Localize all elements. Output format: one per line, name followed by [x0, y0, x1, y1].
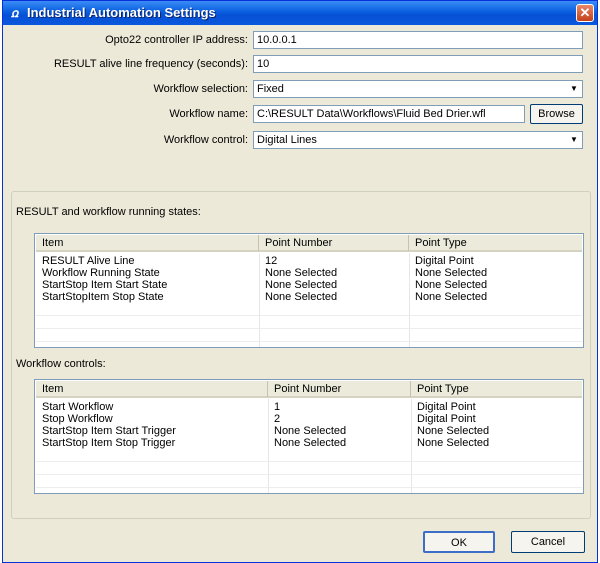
chevron-down-icon[interactable]: ▼ [567, 82, 581, 96]
cell-point-number: None Selected [265, 291, 338, 303]
cell-point-type: None Selected [415, 279, 488, 291]
cell-point-number: 2 [274, 413, 281, 425]
cell-item: StartStop Item Start Trigger [42, 425, 176, 437]
running-states-label: RESULT and workflow running states: [16, 206, 201, 218]
workflow-controls-table: Item Point Number Point Type Start Workf… [34, 379, 584, 494]
alive-frequency-input[interactable]: 10 [253, 55, 583, 73]
cell-point-type: Digital Point [417, 413, 476, 425]
column-header-point-type[interactable]: Point Type [409, 235, 583, 251]
workflow-name-label: Workflow name: [169, 108, 248, 120]
cell-item: StartStop Item Stop Trigger [42, 437, 176, 449]
table-header: Item Point Number Point Type [36, 381, 582, 398]
cell-point-type: None Selected [417, 425, 490, 437]
cell-point-number: None Selected [274, 425, 347, 437]
title-bar[interactable]: ꭥ Industrial Automation Settings ✕ [3, 1, 597, 25]
close-icon: ✕ [579, 5, 591, 20]
cell-item: Workflow Running State [42, 267, 160, 279]
table-header: Item Point Number Point Type [36, 235, 582, 252]
cancel-button[interactable]: Cancel [511, 531, 585, 553]
cell-point-type: None Selected [415, 267, 488, 279]
cell-point-type: Digital Point [415, 255, 474, 267]
cell-point-number: None Selected [265, 279, 338, 291]
table-row[interactable]: Workflow Running State None Selected Non… [36, 267, 582, 279]
cell-point-number: None Selected [265, 267, 338, 279]
table-row[interactable]: StartStop Item Start State None Selected… [36, 279, 582, 291]
cell-point-number: 1 [274, 401, 281, 413]
table-row[interactable]: StartStopItem Stop State None Selected N… [36, 291, 582, 303]
cell-point-number: 12 [265, 255, 278, 267]
workflow-control-select[interactable]: Digital Lines ▼ [253, 131, 583, 149]
table-row[interactable]: RESULT Alive Line 12 Digital Point [36, 255, 582, 267]
window-title: Industrial Automation Settings [27, 5, 216, 20]
cell-point-type: Digital Point [417, 401, 476, 413]
column-header-point-number[interactable]: Point Number [268, 381, 411, 397]
workflow-controls-label: Workflow controls: [16, 358, 106, 370]
column-header-item[interactable]: Item [36, 235, 259, 251]
table-row[interactable]: Start Workflow 1 Digital Point [36, 401, 582, 413]
cell-item: RESULT Alive Line [42, 255, 135, 267]
cell-item: Stop Workflow [42, 413, 113, 425]
cell-point-type: None Selected [417, 437, 490, 449]
workflow-selection-value: Fixed [257, 83, 284, 95]
table-row[interactable]: StartStop Item Start Trigger None Select… [36, 425, 582, 437]
cell-point-number: None Selected [274, 437, 347, 449]
io-mapping-group: RESULT and workflow running states: Item… [11, 191, 591, 519]
workflow-name-input[interactable]: C:\RESULT Data\Workflows\Fluid Bed Drier… [253, 105, 525, 123]
chevron-down-icon[interactable]: ▼ [567, 133, 581, 147]
workflow-selection-select[interactable]: Fixed ▼ [253, 80, 583, 98]
app-icon: ꭥ [11, 6, 19, 20]
cell-item: StartStopItem Stop State [42, 291, 164, 303]
column-header-item[interactable]: Item [36, 381, 268, 397]
alive-frequency-label: RESULT alive line frequency (seconds): [53, 58, 248, 70]
cell-item: Start Workflow [42, 401, 114, 413]
cell-item: StartStop Item Start State [42, 279, 168, 291]
ip-address-label: Opto22 controller IP address: [105, 34, 248, 46]
column-header-point-type[interactable]: Point Type [411, 381, 583, 397]
ip-address-input[interactable]: 10.0.0.1 [253, 31, 583, 49]
column-header-point-number[interactable]: Point Number [259, 235, 409, 251]
cell-point-type: None Selected [415, 291, 488, 303]
ok-button[interactable]: OK [423, 531, 495, 553]
browse-button[interactable]: Browse [530, 104, 583, 124]
workflow-control-label: Workflow control: [163, 134, 248, 146]
workflow-control-value: Digital Lines [257, 134, 317, 146]
running-states-table: Item Point Number Point Type RESULT Aliv… [34, 233, 584, 348]
table-row[interactable]: StartStop Item Stop Trigger None Selecte… [36, 437, 582, 449]
close-button[interactable]: ✕ [576, 4, 594, 22]
settings-dialog: ꭥ Industrial Automation Settings ✕ Opto2… [2, 0, 598, 563]
workflow-selection-label: Workflow selection: [153, 83, 248, 95]
table-row[interactable]: Stop Workflow 2 Digital Point [36, 413, 582, 425]
